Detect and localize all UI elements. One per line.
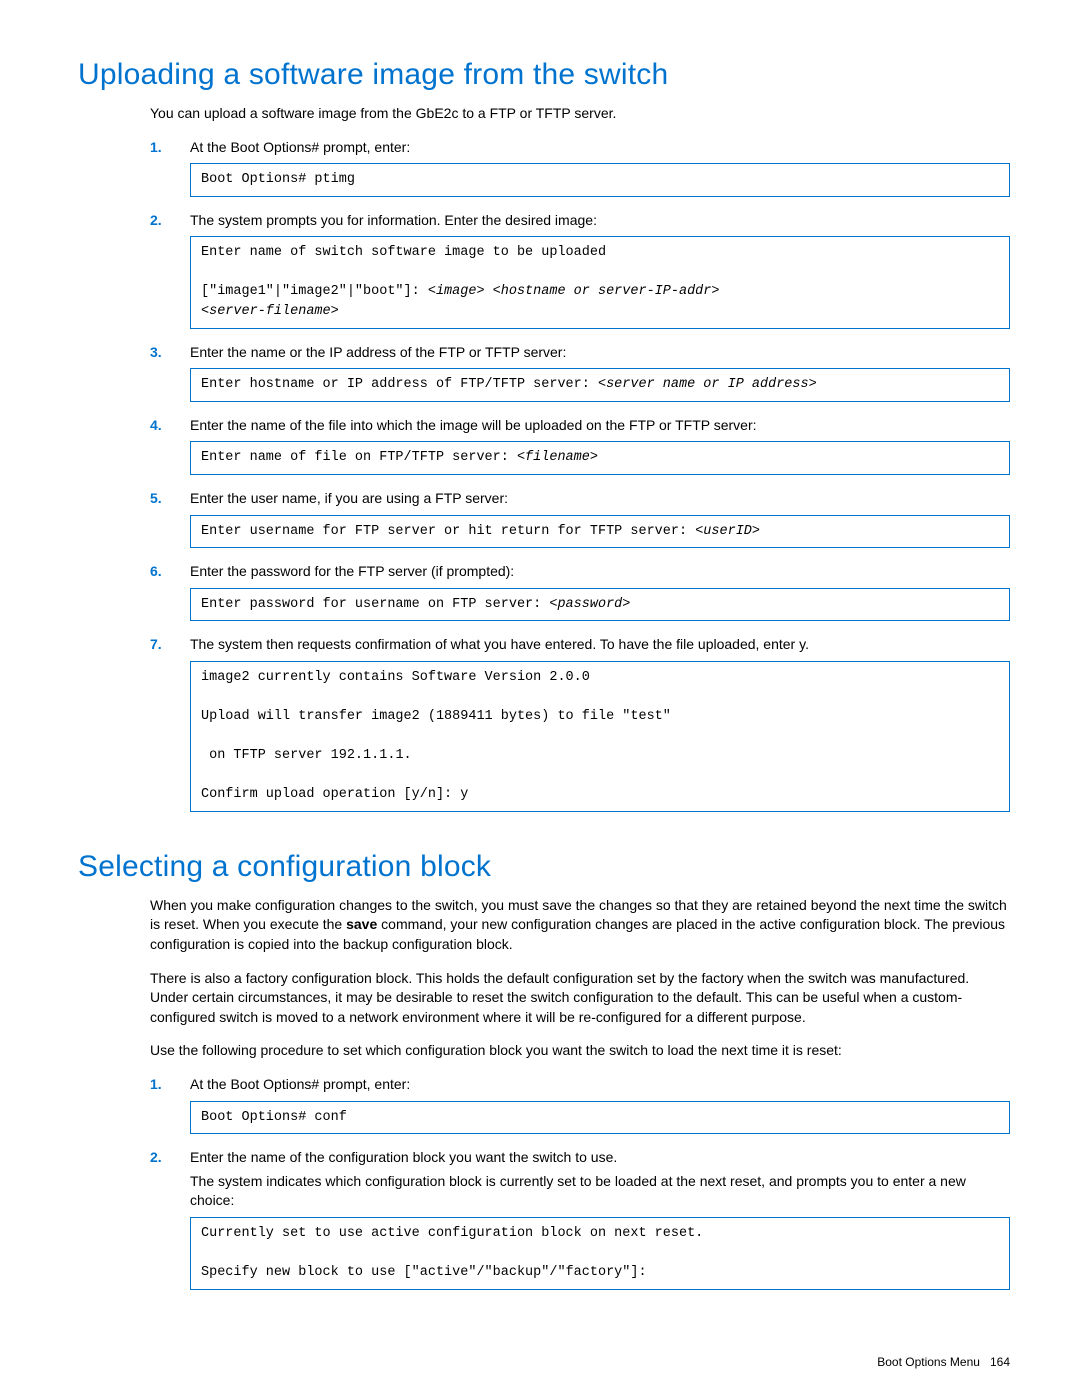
- page-footer: Boot Options Menu 164: [877, 1355, 1010, 1369]
- s2-step-1-text: At the Boot Options# prompt, enter:: [190, 1075, 1010, 1095]
- step-1-text: At the Boot Options# prompt, enter:: [190, 138, 1010, 158]
- s2-step-1-code: Boot Options# conf: [190, 1101, 1010, 1135]
- section-1-title: Uploading a software image from the swit…: [78, 58, 1010, 92]
- s2-step-2-sub: The system indicates which configuration…: [190, 1172, 1010, 1211]
- section-2-title: Selecting a configuration block: [78, 850, 1010, 884]
- section-2-steps: At the Boot Options# prompt, enter: Boot…: [150, 1075, 1010, 1290]
- step-4: Enter the name of the file into which th…: [150, 416, 1010, 475]
- step-4-code: Enter name of file on FTP/TFTP server: <…: [190, 441, 1010, 475]
- s2-step-2-text: Enter the name of the configuration bloc…: [190, 1148, 1010, 1168]
- section-2-body: When you make configuration changes to t…: [150, 896, 1010, 1290]
- step-3-code: Enter hostname or IP address of FTP/TFTP…: [190, 368, 1010, 402]
- s2-step-2-code: Currently set to use active configuratio…: [190, 1217, 1010, 1290]
- section-2-p2: There is also a factory configuration bl…: [150, 969, 1010, 1028]
- section-2-p1: When you make configuration changes to t…: [150, 896, 1010, 955]
- step-1: At the Boot Options# prompt, enter: Boot…: [150, 138, 1010, 197]
- section-1-body: You can upload a software image from the…: [150, 104, 1010, 812]
- step-6-text: Enter the password for the FTP server (i…: [190, 562, 1010, 582]
- step-1-code: Boot Options# ptimg: [190, 163, 1010, 197]
- step-5: Enter the user name, if you are using a …: [150, 489, 1010, 548]
- section-2-p3: Use the following procedure to set which…: [150, 1041, 1010, 1061]
- step-2-text: The system prompts you for information. …: [190, 211, 1010, 231]
- section-1-intro: You can upload a software image from the…: [150, 104, 1010, 124]
- step-7-text: The system then requests confirmation of…: [190, 635, 1010, 655]
- step-6-code: Enter password for username on FTP serve…: [190, 588, 1010, 622]
- step-3: Enter the name or the IP address of the …: [150, 343, 1010, 402]
- s2-step-1: At the Boot Options# prompt, enter: Boot…: [150, 1075, 1010, 1134]
- section-1-steps: At the Boot Options# prompt, enter: Boot…: [150, 138, 1010, 812]
- footer-label: Boot Options Menu: [877, 1355, 980, 1369]
- step-3-text: Enter the name or the IP address of the …: [190, 343, 1010, 363]
- step-5-code: Enter username for FTP server or hit ret…: [190, 515, 1010, 549]
- step-6: Enter the password for the FTP server (i…: [150, 562, 1010, 621]
- page-content: Uploading a software image from the swit…: [0, 0, 1080, 1344]
- step-7-code: image2 currently contains Software Versi…: [190, 661, 1010, 812]
- step-4-text: Enter the name of the file into which th…: [190, 416, 1010, 436]
- step-2: The system prompts you for information. …: [150, 211, 1010, 329]
- step-7: The system then requests confirmation of…: [150, 635, 1010, 812]
- step-5-text: Enter the user name, if you are using a …: [190, 489, 1010, 509]
- s2-step-2: Enter the name of the configuration bloc…: [150, 1148, 1010, 1289]
- footer-page-number: 164: [990, 1355, 1010, 1369]
- step-2-code: Enter name of switch software image to b…: [190, 236, 1010, 328]
